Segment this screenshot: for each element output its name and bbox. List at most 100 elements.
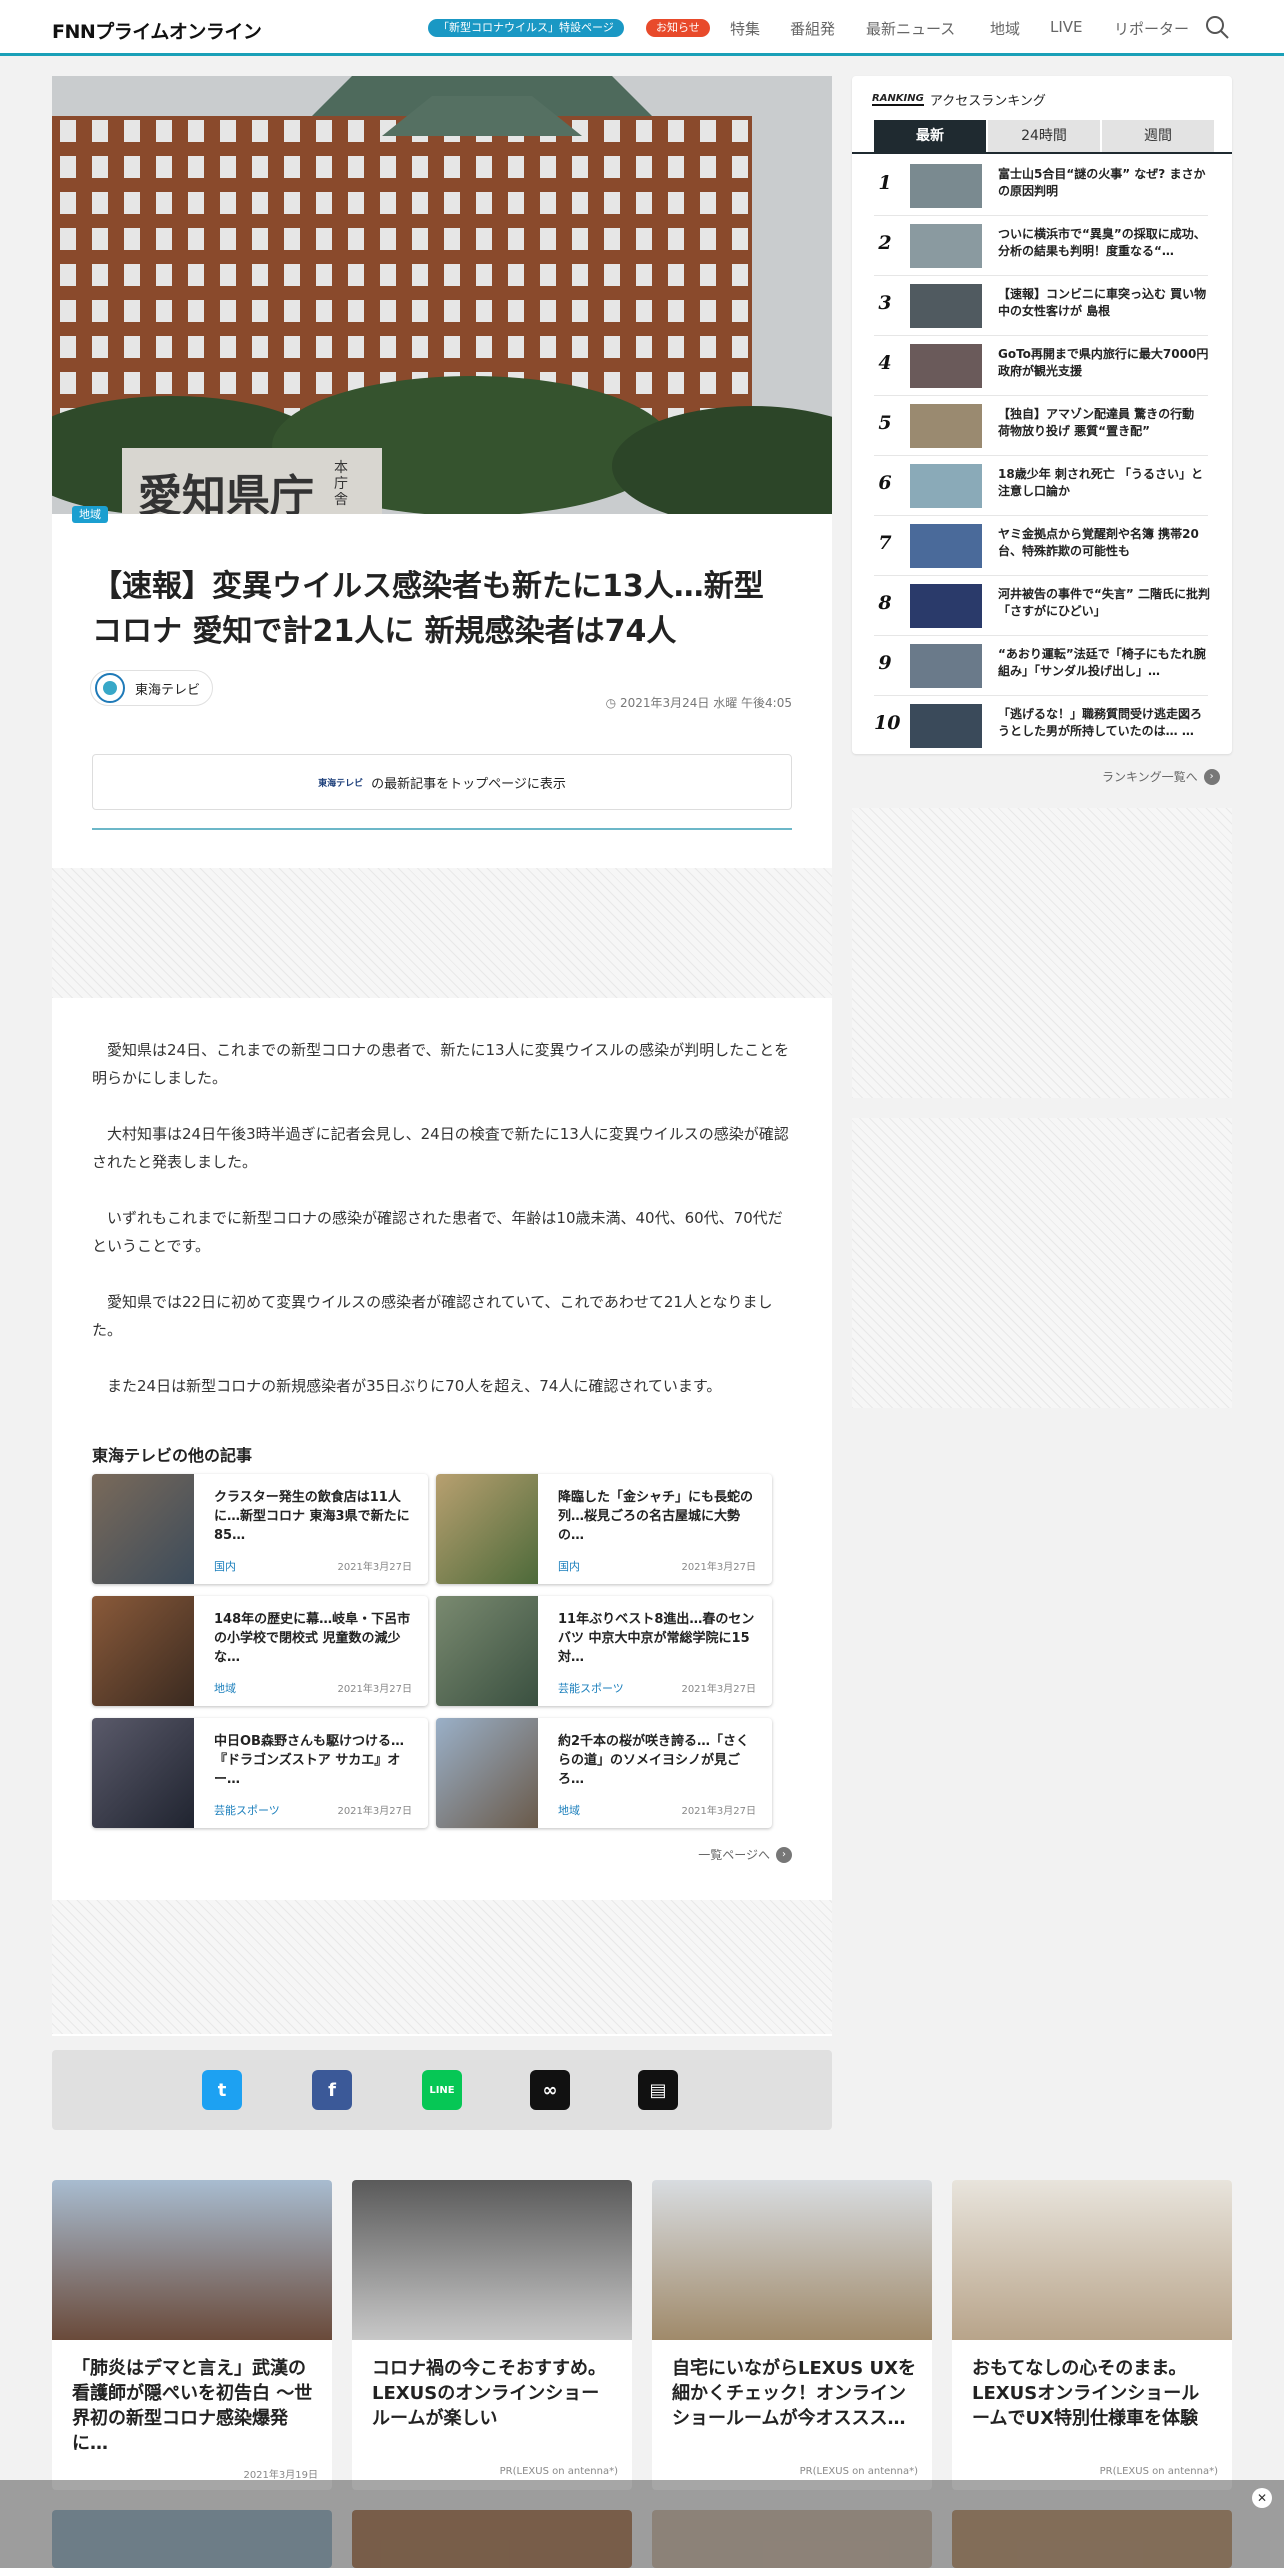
- related-date: 2021年3月27日: [681, 1562, 756, 1573]
- related-article-card[interactable]: クラスター発生の飲食店は11人に…新型コロナ 東海3県で新たに85… 国内 20…: [92, 1474, 428, 1584]
- related-date: 2021年3月27日: [681, 1684, 756, 1695]
- other-articles-more-link[interactable]: 一覧ページへ ›: [698, 1846, 792, 1863]
- show-on-top-button[interactable]: 東海テレビ の最新記事をトップページに表示: [92, 754, 792, 810]
- related-article-card[interactable]: 中日OB森野さんも駆けつける…『ドラゴンズストア サカエ』オー… 芸能スポーツ …: [92, 1718, 428, 1828]
- promo-title: 自宅にいながらLEXUS UXを細かくチェック！オンラインショールームが今オスス…: [672, 2358, 916, 2429]
- ranking-item[interactable]: 8 河井被告の事件で“失言” 二階氏に批判「さすがにひどい」: [874, 576, 1210, 636]
- paragraph: また24日は新型コロナの新規感染者が35日ぶりに70人を超え、74人に確認されて…: [107, 1377, 722, 1395]
- related-article-card[interactable]: 約2千本の桜が咲き誇る…「さくらの道」のソメイヨシノが見ごろ… 地域 2021年…: [436, 1718, 772, 1828]
- source-chip[interactable]: 東海テレビ: [90, 670, 214, 706]
- related-title: クラスター発生の飲食店は11人に…新型コロナ 東海3県で新たに85…: [214, 1490, 410, 1543]
- ranking-item[interactable]: 6 18歳少年 刺され死亡 「うるさい」と注意し口論か: [874, 456, 1208, 516]
- article-main: 愛知県庁 本庁舎 地域 【速報】変異ウイルス感染者も新たに13人…新型コロナ 愛…: [52, 76, 832, 2036]
- publish-date-text: 2021年3月24日 水曜 午後4:05: [619, 696, 792, 710]
- nav-region[interactable]: 地域: [990, 18, 1020, 39]
- hero-image: 愛知県庁 本庁舎: [52, 76, 832, 514]
- link-icon[interactable]: ∞: [530, 2070, 570, 2110]
- related-thumb: [436, 1596, 538, 1706]
- ranking-thumb: [910, 704, 982, 748]
- related-thumb: [92, 1596, 194, 1706]
- ranking-title: 【速報】コンビニに車突っ込む 買い物中の女性客けが 島根: [998, 287, 1207, 318]
- related-article-card[interactable]: 降臨した「金シャチ」にも長蛇の列…桜見ごろの名古屋城に大勢の… 国内 2021年…: [436, 1474, 772, 1584]
- promo-card[interactable]: コロナ禍の今こそおすすめ。LEXUSのオンラインショールームが楽しい PR(LE…: [352, 2180, 632, 2490]
- ranking-number: 2: [878, 232, 892, 254]
- nav-latest-news[interactable]: 最新ニュース: [866, 18, 955, 39]
- related-article-card[interactable]: 148年の歴史に幕…岐阜・下呂市の小学校で閉校式 児童数の減少な… 地域 202…: [92, 1596, 428, 1706]
- clock-icon: ◷: [605, 696, 620, 710]
- ranking-number: 3: [878, 292, 892, 314]
- promo-title: おもてなしの心そのまま。LEXUSオンラインショールームでUX特別仕様車を体験: [972, 2358, 1200, 2429]
- twitter-icon[interactable]: t: [202, 2070, 242, 2110]
- tab-weekly[interactable]: 週間: [1102, 120, 1214, 152]
- close-icon[interactable]: ✕: [1252, 2488, 1272, 2508]
- facebook-icon[interactable]: f: [312, 2070, 352, 2110]
- ranking-title: 富士山5合目“謎の火事” なぜ? まさかの原因判明: [998, 167, 1206, 198]
- related-category: 地域: [214, 1682, 236, 1695]
- related-title: 中日OB森野さんも駆けつける…『ドラゴンズストア サカエ』オー…: [214, 1734, 404, 1787]
- paragraph: 愛知県では22日に初めて変異ウイルスの感染者が確認されていて、これであわせて21…: [92, 1293, 773, 1339]
- ranking-item[interactable]: 9 “あおり運転”法廷で「椅子にもたれ腕組み」「サンダル投げ出し」…: [874, 636, 1208, 696]
- tab-24h[interactable]: 24時間: [988, 120, 1100, 152]
- related-title: 約2千本の桜が咲き誇る…「さくらの道」のソメイヨシノが見ごろ…: [558, 1734, 750, 1787]
- corona-special-link[interactable]: 「新型コロナウイルス」特設ページ: [428, 19, 624, 37]
- article-body: 愛知県は24日、これまでの新型コロナの患者で、新たに13人に変異ウイスルの感染が…: [92, 1036, 792, 1428]
- nav-live[interactable]: LIVE: [1050, 18, 1083, 36]
- ranking-item[interactable]: 3 【速報】コンビニに車突っ込む 買い物中の女性客けが 島根: [874, 276, 1208, 336]
- ranking-thumb: [910, 584, 982, 628]
- share-bar: t f LINE ∞ ▤: [52, 2050, 832, 2130]
- promo-card[interactable]: おもてなしの心そのまま。LEXUSオンラインショールームでUX特別仕様車を体験 …: [952, 2180, 1232, 2490]
- ranking-more-label: ランキング一覧へ: [1102, 770, 1198, 784]
- related-title: 148年の歴史に幕…岐阜・下呂市の小学校で閉校式 児童数の減少な…: [214, 1612, 411, 1665]
- ranking-item[interactable]: 2 ついに横浜市で“異臭”の採取に成功、分析の結果も判明！度重なる“…: [874, 216, 1208, 276]
- ranking-number: 8: [878, 592, 892, 614]
- ranking-item[interactable]: 4 GoTo再開まで県内旅行に最大7000円 政府が観光支援: [874, 336, 1208, 396]
- tab-latest[interactable]: 最新: [874, 120, 986, 152]
- tokai-tv-logo-icon: [95, 673, 125, 703]
- ranking-thumb: [910, 464, 982, 508]
- nav-features[interactable]: 特集: [730, 18, 760, 39]
- ranking-number: 4: [878, 352, 892, 374]
- notice-badge[interactable]: お知らせ: [646, 19, 710, 37]
- promo-card[interactable]: 「肺炎はデマと言え」武漢の看護師が隠ぺいを初告白 ～世界初の新型コロナ感染爆発に…: [52, 2180, 332, 2490]
- divider: [92, 828, 792, 830]
- ranking-item[interactable]: 5 【独自】アマゾン配達員 驚きの行動 荷物放り投げ 悪質“置き配”: [874, 396, 1208, 456]
- promo-image: [652, 2180, 932, 2340]
- ranking-item[interactable]: 1 富士山5合目“謎の火事” なぜ? まさかの原因判明: [874, 156, 1208, 216]
- chevron-right-icon: ›: [776, 1846, 792, 1863]
- ranking-number: 10: [874, 712, 901, 734]
- promo-title: 「肺炎はデマと言え」武漢の看護師が隠ぺいを初告白 ～世界初の新型コロナ感染爆発に…: [72, 2358, 313, 2454]
- ranking-title: 18歳少年 刺され死亡 「うるさい」と注意し口論か: [998, 467, 1204, 498]
- ranking-title: “あおり運転”法廷で「椅子にもたれ腕組み」「サンダル投げ出し」…: [998, 647, 1206, 678]
- other-articles-heading: 東海テレビの他の記事: [92, 1446, 253, 1465]
- ad-slot: [52, 868, 832, 998]
- bottom-ad-overlay: [0, 2480, 1284, 2568]
- promo-image: [52, 2180, 332, 2340]
- promo-card[interactable]: 自宅にいながらLEXUS UXを細かくチェック！オンラインショールームが今オスス…: [652, 2180, 932, 2490]
- site-logo[interactable]: FNNプライムオンライン: [52, 17, 262, 44]
- ranking-more-link[interactable]: ランキング一覧へ ›: [1102, 768, 1220, 785]
- ranking-label: アクセスランキング: [929, 94, 1046, 109]
- chevron-right-icon: ›: [1203, 768, 1220, 785]
- related-category: 国内: [558, 1560, 580, 1573]
- related-thumb: [92, 1718, 194, 1828]
- ranking-heading: RANKING アクセスランキング: [872, 90, 1046, 109]
- related-category: 国内: [214, 1560, 236, 1573]
- ranking-thumb: [910, 224, 982, 268]
- related-date: 2021年3月27日: [337, 1806, 412, 1817]
- nav-reporter[interactable]: リポーター: [1114, 18, 1189, 39]
- related-article-card[interactable]: 11年ぶりベスト8進出…春のセンバツ 中京大中京が常総学院に15対… 芸能スポー…: [436, 1596, 772, 1706]
- paragraph: 愛知県は24日、これまでの新型コロナの患者で、新たに13人に変異ウイスルの感染が…: [92, 1041, 790, 1087]
- ranking-title: 「逃げるな！」職務質問受け逃走図ろうとした男が所持していたのは… …: [998, 707, 1203, 738]
- ranking-item[interactable]: 7 ヤミ金拠点から覚醒剤や名簿 携帯20台、特殊詐欺の可能性も: [874, 516, 1208, 576]
- line-icon[interactable]: LINE: [422, 2070, 462, 2110]
- ranking-thumb: [910, 524, 982, 568]
- ranking-item[interactable]: 10 「逃げるな！」職務質問受け逃走図ろうとした男が所持していたのは… …: [874, 696, 1208, 756]
- paragraph: 大村知事は24日午後3時半過ぎに記者会見し、24日の検査で新たに13人に変異ウイ…: [92, 1125, 789, 1171]
- ranking-thumb: [910, 404, 982, 448]
- related-title: 降臨した「金シャチ」にも長蛇の列…桜見ごろの名古屋城に大勢の…: [558, 1490, 754, 1543]
- ranking-number: 6: [878, 472, 892, 494]
- nav-programs[interactable]: 番組発: [790, 18, 835, 39]
- search-icon[interactable]: [1204, 14, 1230, 40]
- comment-icon[interactable]: ▤: [638, 2070, 678, 2110]
- category-badge[interactable]: 地域: [72, 506, 108, 523]
